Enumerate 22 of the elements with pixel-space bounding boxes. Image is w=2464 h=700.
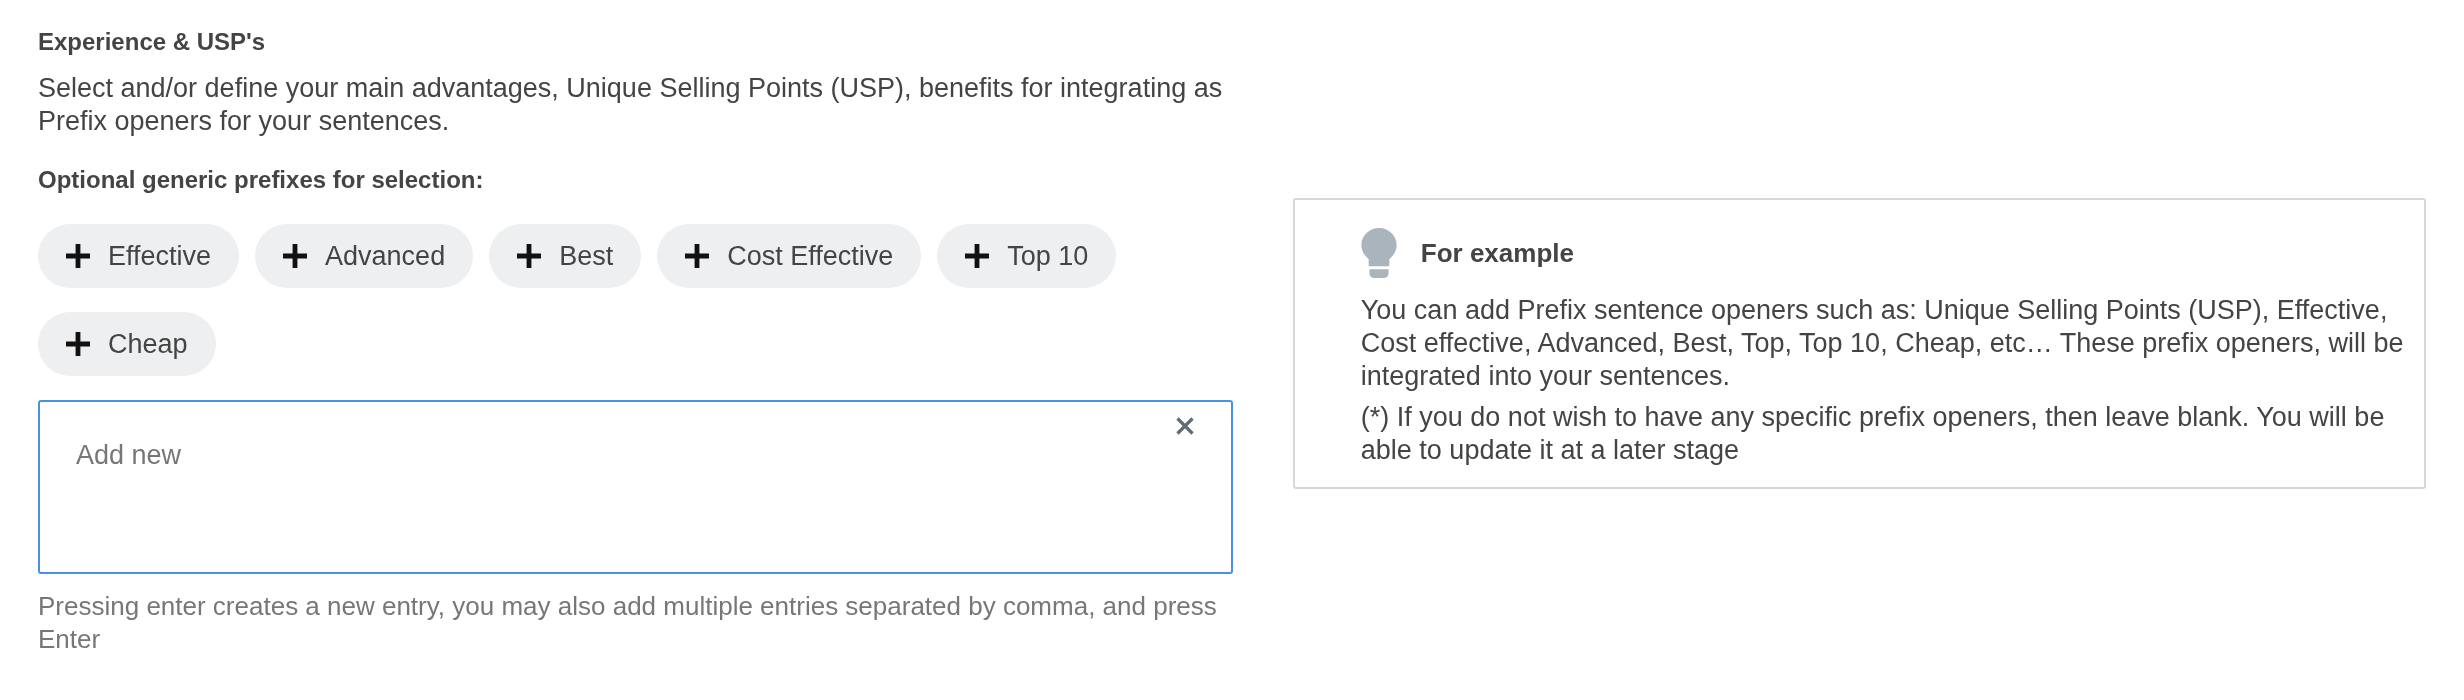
prefix-chip[interactable]: Top 10 xyxy=(937,224,1117,288)
plus-icon xyxy=(66,332,90,356)
plus-icon xyxy=(685,244,710,268)
prefix-chip[interactable]: Best xyxy=(489,224,642,288)
prefixes-label: Optional generic prefixes for selection: xyxy=(38,166,485,194)
plus-icon xyxy=(283,244,308,268)
example-paragraph: You can add Prefix sentence openers such as: Unique Selling Points (USP), Effective, Cost effective, Advanced, Best, Top, Top 10, Cheap, etc… These prefix openers, will be integrated into your sentences. xyxy=(1360,294,2405,393)
add-new-field[interactable]: Add new xyxy=(38,400,1233,574)
plus-icon xyxy=(66,244,90,268)
prefix-chip[interactable]: Effective xyxy=(38,224,240,288)
card-title: For example xyxy=(1420,237,1574,269)
section-description: Select and/or define your main advantages, Unique Selling Points (USP), benefits for integrating as Prefix openers for your sentences. xyxy=(38,72,1224,138)
prefix-chip[interactable]: Cost Effective xyxy=(657,224,922,288)
plus-icon xyxy=(965,244,990,268)
helper-text: Pressing enter creates a new entry, you may also add multiple entries separated by comma, and press Enter xyxy=(38,590,1218,656)
lightbulb-icon xyxy=(1360,228,1397,278)
section-title: Experience & USP's xyxy=(38,28,267,56)
plus-icon xyxy=(517,244,542,268)
prefix-chip[interactable]: Cheap xyxy=(38,312,216,376)
prefix-chip[interactable]: Advanced xyxy=(255,224,474,288)
close-icon[interactable] xyxy=(1174,416,1195,436)
example-paragraph: (*) If you do not wish to have any specific prefix openers, then leave blank. You will be able to update it at a later stage xyxy=(1360,401,2386,467)
